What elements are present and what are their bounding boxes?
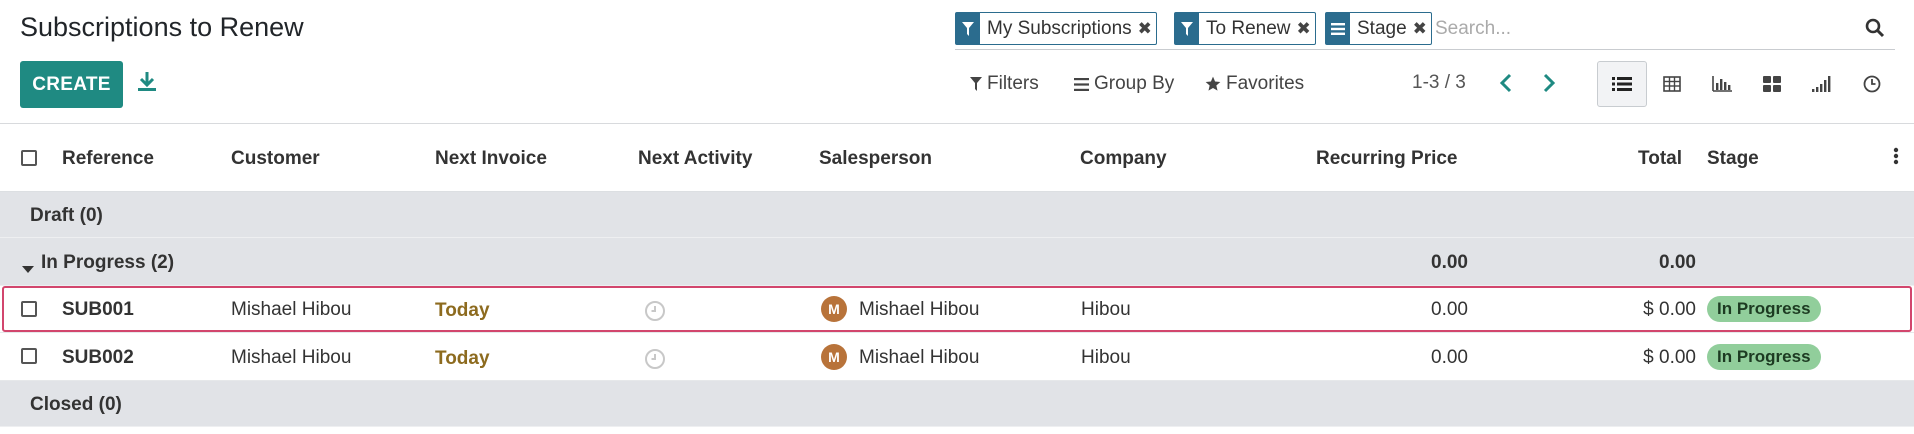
- salesperson-cell: Mishael Hibou: [859, 299, 980, 320]
- list-header: Reference Customer Next Invoice Next Act…: [0, 124, 1914, 192]
- facet-stage[interactable]: Stage ✖: [1325, 12, 1432, 45]
- group-label: Closed (0): [30, 394, 122, 415]
- close-icon[interactable]: ✖: [1413, 13, 1431, 44]
- column-header-salesperson[interactable]: Salesperson: [819, 148, 932, 170]
- page-title: Subscriptions to Renew: [20, 12, 304, 42]
- group-row-draft[interactable]: Draft (0): [0, 192, 1914, 238]
- row-checkbox[interactable]: [21, 348, 37, 364]
- group-by-menu-button[interactable]: Group By: [1074, 73, 1174, 95]
- group-by-label: Group By: [1094, 73, 1175, 94]
- column-header-total[interactable]: Total: [1638, 148, 1682, 170]
- company-cell: Hibou: [1081, 299, 1131, 320]
- group-total-sum: 0.00: [1659, 252, 1696, 273]
- recurring-price-cell: 0.00: [1431, 299, 1468, 320]
- column-header-company[interactable]: Company: [1080, 148, 1167, 170]
- favorites-label: Favorites: [1226, 73, 1305, 94]
- column-header-stage[interactable]: Stage: [1707, 148, 1759, 170]
- table-row[interactable]: SUB002 Mishael Hibou Today M Mishael Hib…: [0, 333, 1914, 381]
- optional-columns-icon[interactable]: [1893, 146, 1899, 172]
- graph-view-button[interactable]: [1697, 61, 1747, 107]
- status-badge: In Progress: [1707, 344, 1821, 370]
- group-row-in-progress[interactable]: In Progress (2) 0.00 0.00: [0, 238, 1914, 286]
- group-label: In Progress (2): [41, 252, 175, 273]
- pager-value[interactable]: 1-3 / 3: [1412, 72, 1466, 94]
- reference-cell: SUB001: [62, 299, 134, 320]
- avatar: M: [821, 296, 847, 322]
- company-cell: Hibou: [1081, 347, 1131, 368]
- caret-down-icon: [22, 258, 34, 280]
- download-icon[interactable]: [136, 70, 160, 96]
- star-icon: [1205, 76, 1221, 91]
- kanban-view-button[interactable]: [1747, 61, 1797, 107]
- filters-label: Filters: [987, 73, 1039, 94]
- status-badge: In Progress: [1707, 296, 1821, 322]
- next-invoice-cell: Today: [435, 348, 490, 369]
- total-cell: $ 0.00: [1643, 299, 1696, 320]
- list-view-button[interactable]: [1597, 61, 1647, 107]
- filter-icon: [1175, 13, 1199, 44]
- list-icon: [1612, 77, 1632, 91]
- control-panel: Subscriptions to Renew CREATE My Subscri…: [0, 0, 1914, 124]
- facet-label: Stage: [1357, 18, 1407, 39]
- filters-menu-button[interactable]: Filters: [970, 73, 1039, 95]
- clock-icon: [1863, 75, 1881, 93]
- group-label: Draft (0): [30, 205, 103, 226]
- cohort-view-button[interactable]: [1797, 61, 1847, 107]
- recurring-price-cell: 0.00: [1431, 347, 1468, 368]
- signal-icon: [1812, 76, 1831, 92]
- table-row[interactable]: SUB001 Mishael Hibou Today M Mishael Hib…: [0, 286, 1914, 333]
- next-invoice-cell: Today: [435, 300, 490, 321]
- avatar: M: [821, 344, 847, 370]
- column-header-next-activity[interactable]: Next Activity: [638, 148, 752, 170]
- filter-icon: [970, 77, 982, 91]
- group-recurring-price-sum: 0.00: [1431, 252, 1468, 273]
- customer-cell: Mishael Hibou: [231, 299, 352, 320]
- close-icon[interactable]: ✖: [1297, 13, 1315, 44]
- search-input[interactable]: [1435, 14, 1835, 44]
- customer-cell: Mishael Hibou: [231, 347, 352, 368]
- clock-icon[interactable]: [644, 348, 666, 376]
- table-icon: [1663, 76, 1681, 92]
- column-header-recurring-price[interactable]: Recurring Price: [1316, 148, 1458, 170]
- pivot-view-button[interactable]: [1647, 61, 1697, 107]
- group-list-icon: [1074, 77, 1089, 91]
- facet-my-subscriptions[interactable]: My Subscriptions ✖: [955, 12, 1157, 45]
- clock-icon[interactable]: [644, 300, 666, 328]
- column-header-customer[interactable]: Customer: [231, 148, 320, 170]
- facet-label: To Renew: [1206, 18, 1291, 39]
- facet-to-renew[interactable]: To Renew ✖: [1174, 12, 1316, 45]
- salesperson-cell: Mishael Hibou: [859, 347, 980, 368]
- group-list-icon: [1326, 13, 1350, 44]
- activity-view-button[interactable]: [1847, 61, 1897, 107]
- create-button[interactable]: CREATE: [20, 61, 123, 108]
- search-bar: My Subscriptions ✖ To Renew ✖ Stage ✖: [955, 10, 1895, 50]
- reference-cell: SUB002: [62, 347, 134, 368]
- total-cell: $ 0.00: [1643, 347, 1696, 368]
- search-icon[interactable]: [1865, 18, 1885, 43]
- kanban-icon: [1763, 76, 1781, 92]
- favorites-menu-button[interactable]: Favorites: [1205, 73, 1304, 95]
- row-checkbox[interactable]: [21, 301, 37, 317]
- select-all-checkbox[interactable]: [21, 150, 37, 166]
- chevron-left-icon[interactable]: [1498, 72, 1518, 96]
- close-icon[interactable]: ✖: [1138, 13, 1156, 44]
- group-row-closed[interactable]: Closed (0): [0, 381, 1914, 427]
- filter-icon: [956, 13, 980, 44]
- facet-label: My Subscriptions: [987, 18, 1132, 39]
- column-header-reference[interactable]: Reference: [62, 148, 154, 170]
- chevron-right-icon[interactable]: [1541, 72, 1561, 96]
- bar-chart-icon: [1712, 76, 1732, 92]
- column-header-next-invoice[interactable]: Next Invoice: [435, 148, 547, 170]
